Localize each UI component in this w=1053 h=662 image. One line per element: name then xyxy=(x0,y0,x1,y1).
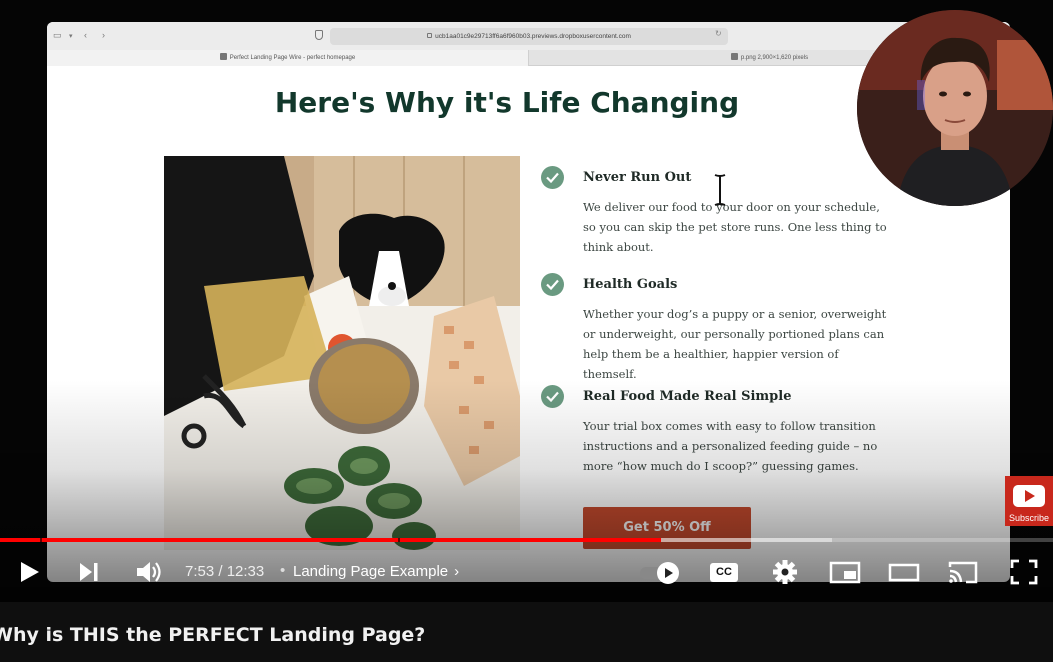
cc-icon[interactable]: CC xyxy=(710,563,738,582)
landing-headline: Here's Why it's Life Changing xyxy=(274,86,740,119)
played-bar xyxy=(0,538,662,542)
video-player[interactable]: ▭ ▾ ‹ › ucb1aa01c9e29713ff6a6f960b03.pre… xyxy=(0,0,1053,602)
url-text: ucb1aa01c9e29713ff6a6f960b03.previews.dr… xyxy=(435,33,631,40)
chapter-label: Landing Page Example xyxy=(293,563,449,580)
feature-body: Your trial box comes with easy to follow… xyxy=(583,419,878,473)
tab-label: p.png 2,900×1,620 pixels xyxy=(740,55,809,61)
time-display: 7:53 / 12:33 xyxy=(185,563,265,580)
miniplayer-icon[interactable] xyxy=(829,556,861,588)
favicon-icon xyxy=(730,53,738,60)
separator-dot: • xyxy=(280,562,286,579)
hero-photo-dog-food xyxy=(164,156,520,550)
chapter-button[interactable]: Landing Page Example › xyxy=(293,563,459,580)
lock-icon xyxy=(427,33,433,38)
autoplay-toggle[interactable] xyxy=(640,562,682,584)
subscribe-label: Subscribe xyxy=(1008,513,1050,523)
sidebar-icon[interactable]: ▭ xyxy=(53,30,62,41)
settings-gear-icon[interactable] xyxy=(771,556,799,588)
cast-icon[interactable] xyxy=(947,556,979,588)
feature-body: We deliver our food to your door on your… xyxy=(583,200,887,254)
check-icon xyxy=(541,273,564,296)
browser-tab-bar: Perfect Landing Page Wire - perfect home… xyxy=(47,50,1010,66)
chevron-right-icon: › xyxy=(454,563,460,580)
video-title: Why is THIS the PERFECT Landing Page? xyxy=(0,624,426,646)
check-icon xyxy=(541,385,564,408)
youtube-logo-icon xyxy=(1013,485,1045,507)
autoplay-knob xyxy=(657,562,679,584)
url-bar[interactable]: ucb1aa01c9e29713ff6a6f960b03.previews.dr… xyxy=(330,28,728,45)
shield-icon xyxy=(315,30,323,40)
chevron-down-icon[interactable]: ▾ xyxy=(69,32,73,40)
browser-tab[interactable]: Perfect Landing Page Wire - perfect home… xyxy=(47,50,529,66)
theater-mode-icon[interactable] xyxy=(888,556,920,588)
subscribe-watermark[interactable]: Subscribe xyxy=(1005,476,1053,526)
chapter-marker xyxy=(40,538,42,542)
tab-label: Perfect Landing Page Wire - perfect home… xyxy=(229,55,356,61)
browser-toolbar: ▭ ▾ ‹ › ucb1aa01c9e29713ff6a6f960b03.pre… xyxy=(47,22,1010,50)
chapter-marker xyxy=(398,538,401,542)
player-controls: 7:53 / 12:33 • Landing Page Example › CC xyxy=(0,552,1053,592)
video-title-bar: Why is THIS the PERFECT Landing Page? xyxy=(0,602,1053,662)
feature-title: Never Run Out xyxy=(583,170,692,185)
feature-title: Health Goals xyxy=(583,277,678,292)
feature-body: Whether your dog’s a puppy or a senior, … xyxy=(583,307,887,381)
get-offer-button[interactable]: Get 50% Off xyxy=(583,507,751,549)
text-cursor-icon xyxy=(714,174,726,206)
feature-title: Real Food Made Real Simple xyxy=(583,389,792,404)
forward-icon[interactable]: › xyxy=(102,30,105,40)
volume-icon[interactable] xyxy=(135,556,163,588)
progress-bar[interactable] xyxy=(0,538,1053,542)
favicon-icon xyxy=(219,53,227,60)
next-icon[interactable] xyxy=(77,556,101,588)
play-icon[interactable] xyxy=(18,556,42,588)
dog-food-illustration xyxy=(164,156,520,550)
presenter-portrait xyxy=(857,10,1053,206)
presenter-webcam xyxy=(857,10,1053,206)
fullscreen-icon[interactable] xyxy=(1008,556,1040,588)
back-icon[interactable]: ‹ xyxy=(84,30,87,40)
check-icon xyxy=(541,166,564,189)
reload-icon[interactable]: ↻ xyxy=(715,29,722,38)
